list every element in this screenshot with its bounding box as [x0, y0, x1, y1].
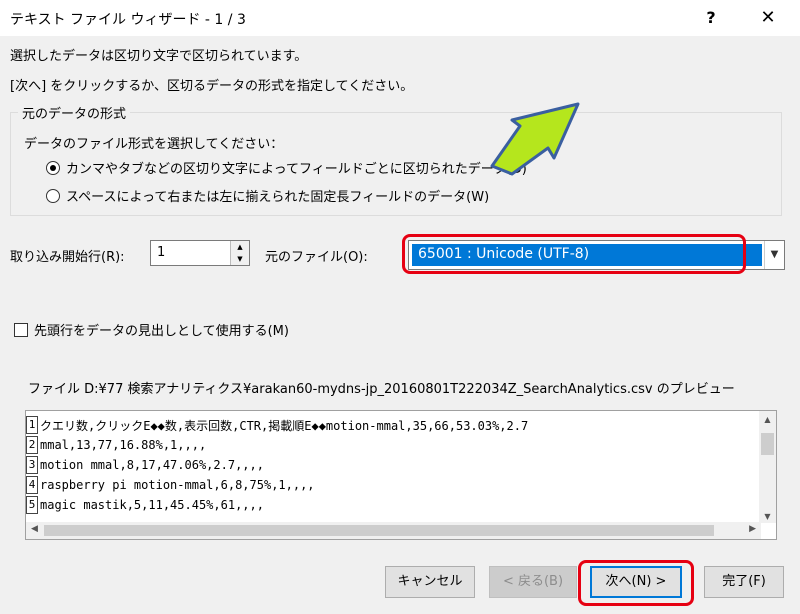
preview-row-text: mmal,13,77,16.88%,1,,,, [40, 438, 207, 452]
back-button[interactable]: < 戻る(B) [489, 566, 577, 598]
radio-fixed-width[interactable]: スペースによって右または左に揃えられた固定長フィールドのデータ(W) [46, 186, 489, 205]
preview-row-text: クエリ数,クリックE◆◆数,表示回数,CTR,掲載順E◆◆motion-mmal… [40, 418, 529, 433]
help-button[interactable]: ? [693, 4, 729, 32]
header-checkbox[interactable] [14, 322, 28, 337]
intro-line-1: 選択したデータは区切り文字で区切られています。 [10, 49, 308, 64]
preview-row-text: magic mastik,5,11,45.45%,61,,,, [40, 498, 264, 512]
header-checkbox-row[interactable]: 先頭行をデータの見出しとして使用する(M) [14, 320, 289, 339]
preview-row-number: 5 [26, 496, 38, 514]
format-group-subtitle: データのファイル形式を選択してください： [24, 137, 284, 152]
preview-row: 5 magic mastik,5,11,45.45%,61,,,, [26, 495, 264, 515]
callout-arrow-icon [490, 102, 580, 176]
radio-delimited[interactable]: カンマやタブなどの区切り文字によってフィールドごとに区切られたデータ(D) [46, 158, 527, 177]
preview-vertical-scrollbar[interactable]: ▲ ▼ [759, 411, 776, 523]
preview-row-number: 2 [26, 436, 38, 454]
preview-row: 1 クエリ数,クリックE◆◆数,表示回数,CTR,掲載順E◆◆motion-mm… [26, 415, 528, 435]
preview-pane[interactable]: 1 クエリ数,クリックE◆◆数,表示回数,CTR,掲載順E◆◆motion-mm… [25, 410, 777, 540]
preview-label: ファイル D:¥77 検索アナリティクス¥arakan60-mydns-jp_2… [28, 382, 735, 397]
scroll-right-icon[interactable]: ▶ [749, 524, 756, 534]
header-checkbox-label[interactable]: 先頭行をデータの見出しとして使用する(M) [34, 320, 289, 339]
intro-line-2: [次へ] をクリックするか、区切るデータの形式を指定してください。 [10, 79, 414, 94]
finish-button[interactable]: 完了(F) [704, 566, 784, 598]
preview-row-number: 4 [26, 476, 38, 494]
start-row-stepper[interactable]: ▲ ▼ [230, 241, 249, 265]
horizontal-scroll-thumb[interactable] [44, 525, 714, 536]
highlight-origin-box [402, 234, 746, 274]
cancel-button[interactable]: キャンセル [385, 566, 475, 598]
vertical-scroll-thumb[interactable] [761, 433, 774, 455]
preview-row-number: 1 [26, 416, 38, 434]
preview-horizontal-scrollbar[interactable]: ◀ ▶ [26, 522, 761, 539]
scroll-up-icon[interactable]: ▲ [759, 415, 776, 424]
title-bar: テキスト ファイル ウィザード - 1 / 3 ? ✕ [0, 0, 800, 36]
origin-label: 元のファイル(O): [265, 250, 368, 265]
format-group-title: 元のデータの形式 [18, 103, 131, 122]
preview-row: 3 motion mmal,8,17,47.06%,2.7,,,, [26, 455, 264, 475]
window-title: テキスト ファイル ウィザード - 1 / 3 [10, 12, 246, 28]
scroll-down-icon[interactable]: ▼ [759, 512, 776, 521]
close-button[interactable]: ✕ [748, 4, 788, 32]
radio-delimited-indicator[interactable] [46, 160, 60, 175]
preview-row-text: motion mmal,8,17,47.06%,2.7,,,, [40, 458, 264, 472]
preview-row-text: raspberry pi motion-mmal,6,8,75%,1,,,, [40, 478, 315, 492]
stepper-up-icon[interactable]: ▲ [230, 241, 249, 253]
preview-row-number: 3 [26, 456, 38, 474]
start-row-label: 取り込み開始行(R): [10, 250, 125, 265]
highlight-next-box [578, 560, 694, 606]
radio-fixed-width-label[interactable]: スペースによって右または左に揃えられた固定長フィールドのデータ(W) [66, 186, 489, 205]
preview-row: 4 raspberry pi motion-mmal,6,8,75%,1,,,, [26, 475, 315, 495]
radio-fixed-width-indicator[interactable] [46, 188, 60, 203]
preview-row: 2 mmal,13,77,16.88%,1,,,, [26, 435, 206, 455]
stepper-down-icon[interactable]: ▼ [230, 253, 249, 265]
scroll-left-icon[interactable]: ◀ [31, 524, 38, 534]
chevron-down-icon[interactable]: ▼ [764, 241, 784, 269]
radio-delimited-label[interactable]: カンマやタブなどの区切り文字によってフィールドごとに区切られたデータ(D) [66, 158, 527, 177]
